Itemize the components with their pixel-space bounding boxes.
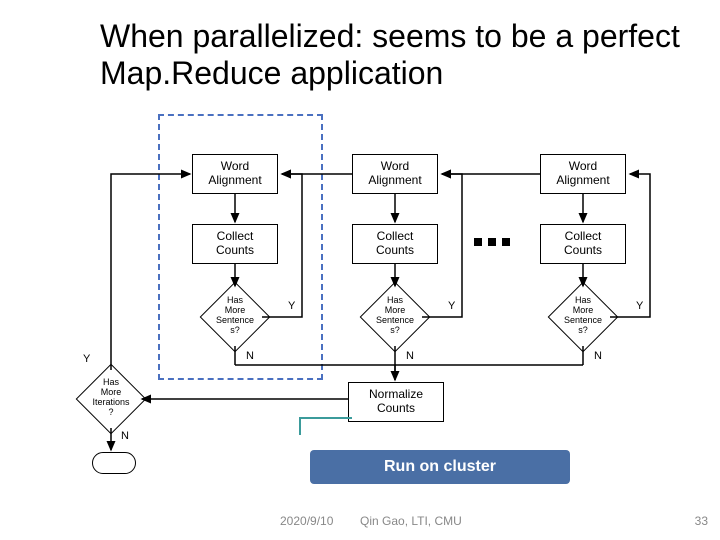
word-alignment-box-3: Word Alignment xyxy=(540,154,626,194)
footer-author: Qin Gao, LTI, CMU xyxy=(360,514,462,528)
collect-counts-box-3: Collect Counts xyxy=(540,224,626,264)
has-more-sentences-diamond-3 xyxy=(548,282,619,353)
label-y-col2: Y xyxy=(448,300,455,312)
has-more-iterations-diamond xyxy=(76,364,147,435)
label-n-col1: N xyxy=(246,350,254,362)
footer-date: 2020/9/10 xyxy=(280,514,333,528)
label-y-col3: Y xyxy=(636,300,643,312)
label-n-col2: N xyxy=(406,350,414,362)
word-alignment-box-1: Word Alignment xyxy=(192,154,278,194)
run-on-cluster-banner: Run on cluster xyxy=(310,450,570,484)
has-more-sentences-diamond-2 xyxy=(360,282,431,353)
label-n-iter: N xyxy=(121,430,129,442)
end-terminator xyxy=(92,452,136,474)
normalize-counts-box: Normalize Counts xyxy=(348,382,444,422)
ellipsis-dots xyxy=(474,238,510,246)
collect-counts-box-2: Collect Counts xyxy=(352,224,438,264)
slide-title: When parallelized: seems to be a perfect… xyxy=(100,18,690,92)
word-alignment-box-2: Word Alignment xyxy=(352,154,438,194)
label-y-iter: Y xyxy=(83,353,90,365)
label-n-col3: N xyxy=(594,350,602,362)
label-y-col1: Y xyxy=(288,300,295,312)
page-number: 33 xyxy=(695,514,708,528)
collect-counts-box-1: Collect Counts xyxy=(192,224,278,264)
